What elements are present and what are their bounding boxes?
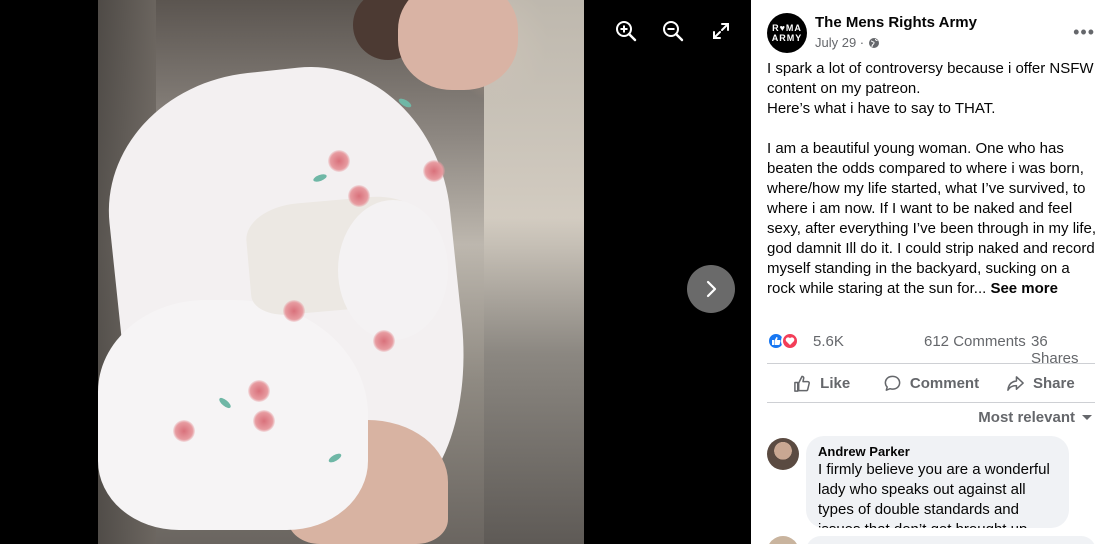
post-photo[interactable] [98, 0, 584, 544]
dress-flower [373, 330, 395, 352]
post-meta: July 29 · [815, 35, 880, 50]
comment-bubble: Andrew Parker I firmly believe you are a… [806, 436, 1069, 528]
love-reaction-icon [781, 332, 799, 350]
comment-author-name[interactable]: Andrew Parker [818, 444, 1057, 460]
next-photo-button[interactable] [687, 265, 735, 313]
dress-flower [328, 150, 350, 172]
post-actions: Like Comment Share [767, 366, 1095, 400]
photo-face [398, 0, 518, 90]
media-viewer [0, 0, 751, 544]
sort-label: Most relevant [978, 409, 1075, 426]
caret-down-icon [1082, 414, 1092, 420]
fullscreen-button[interactable] [709, 19, 733, 43]
page-name-link[interactable]: The Mens Rights Army [815, 14, 977, 31]
post-text-body: I am a beautiful young woman. One who ha… [767, 140, 1097, 297]
post-text-line: I spark a lot of controversy because i o… [767, 60, 1094, 97]
comment-author-avatar[interactable] [767, 438, 799, 470]
share-button[interactable]: Share [986, 366, 1095, 400]
photo-sleeve [338, 200, 448, 340]
photo-background-right [484, 0, 584, 544]
dress-flower [248, 380, 270, 402]
share-label: Share [1032, 374, 1075, 392]
more-options-button[interactable]: ••• [1073, 22, 1095, 43]
dress-flower [253, 410, 275, 432]
reactions-row: 5.6K 612 Comments 36 Shares [767, 331, 1095, 367]
comment-button[interactable]: Comment [876, 366, 985, 400]
zoom-out-icon [663, 21, 684, 42]
post-panel: R♥MA ARMY The Mens Rights Army July 29 ·… [751, 0, 1109, 544]
comment-author-avatar[interactable] [767, 536, 799, 544]
page-avatar-logo-text: R♥MA ARMY [771, 23, 803, 43]
post-text: I spark a lot of controversy because i o… [767, 59, 1097, 299]
chevron-right-icon [706, 280, 717, 298]
zoom-in-icon [616, 21, 637, 42]
comment-sort-dropdown[interactable]: Most relevant [978, 409, 1093, 426]
page-avatar[interactable]: R♥MA ARMY [767, 13, 807, 53]
thumbs-up-icon [794, 375, 811, 392]
comment-bubble-icon [884, 375, 901, 391]
reaction-count[interactable]: 5.6K [813, 333, 844, 350]
shares-count[interactable]: 36 Shares [1031, 333, 1095, 367]
divider [767, 363, 1095, 364]
zoom-in-button[interactable] [614, 19, 638, 43]
dress-flower [283, 300, 305, 322]
comments-count[interactable]: 612 Comments [924, 333, 1026, 350]
divider [767, 402, 1095, 403]
comment-bubble [806, 536, 1096, 544]
dress-flower [348, 185, 370, 207]
like-button[interactable]: Like [767, 366, 876, 400]
share-arrow-icon [1007, 375, 1024, 391]
fullscreen-icon [713, 23, 729, 39]
post-text-line: Here’s what i have to say to THAT. [767, 100, 996, 117]
globe-icon [869, 37, 880, 48]
reaction-icons[interactable] [767, 332, 799, 350]
post-date[interactable]: July 29 · [815, 35, 864, 50]
dress-flower [423, 160, 445, 182]
see-more-link[interactable]: See more [990, 280, 1058, 297]
zoom-out-button[interactable] [661, 19, 685, 43]
like-label: Like [820, 374, 851, 392]
comment-text: I firmly believe you are a wonderful lad… [818, 461, 1050, 528]
dress-flower [173, 420, 195, 442]
photo-skirt [98, 300, 368, 530]
comment-label: Comment [909, 374, 980, 392]
